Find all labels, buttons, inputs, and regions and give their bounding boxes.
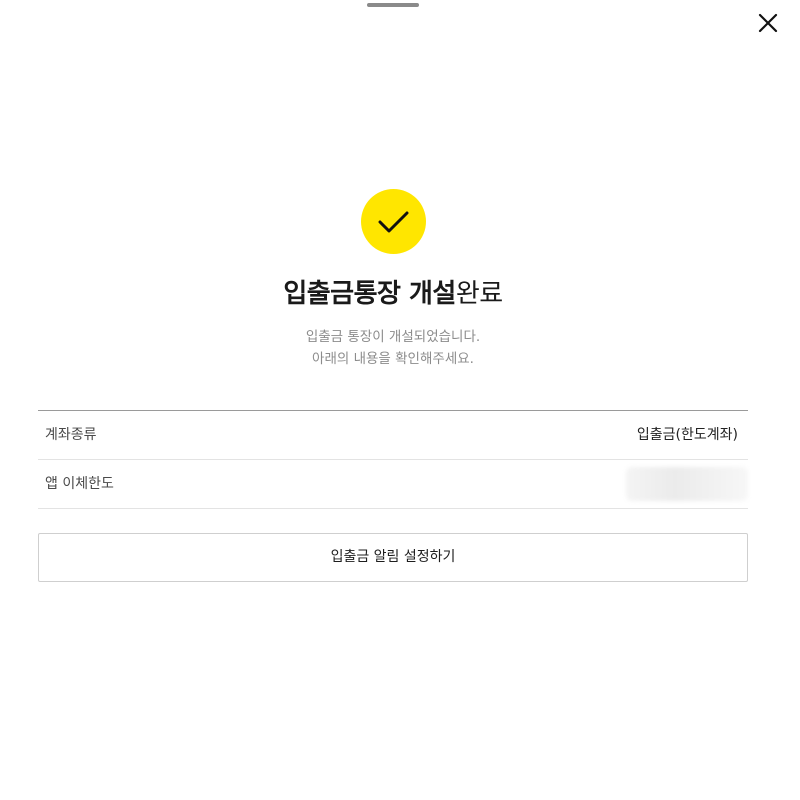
title-bold-part: 입출금통장 개설 <box>283 279 456 309</box>
check-icon <box>378 211 409 233</box>
detail-label: 앱 이체한도 <box>45 476 114 492</box>
title-light-part: 완료 <box>455 279 503 309</box>
detail-row-account-type: 계좌종류 입출금(한도계좌) <box>38 411 748 460</box>
result-message: 입출금 통장이 개설되었습니다. 아래의 내용을 확인해주세요. <box>0 326 786 370</box>
detail-value: 입출금(한도계좌) <box>636 427 738 443</box>
account-open-complete-sheet: 입출금통장 개설완료 입출금 통장이 개설되었습니다. 아래의 내용을 확인해주… <box>0 0 800 800</box>
drag-handle[interactable] <box>367 3 419 7</box>
blurred-value-placeholder <box>626 467 748 501</box>
success-check-badge <box>361 189 426 254</box>
result-message-line-1: 입출금 통장이 개설되었습니다. <box>305 329 481 345</box>
page-title: 입출금통장 개설완료 <box>0 274 786 314</box>
detail-label: 계좌종류 <box>45 427 97 443</box>
close-button[interactable] <box>754 9 782 37</box>
account-details-table: 계좌종류 입출금(한도계좌) 앱 이체한도 <box>38 410 748 509</box>
close-icon <box>758 13 778 33</box>
result-message-line-2: 아래의 내용을 확인해주세요. <box>312 351 474 367</box>
detail-row-transfer-limit: 앱 이체한도 <box>38 460 748 509</box>
set-deposit-alert-button[interactable]: 입출금 알림 설정하기 <box>38 533 748 582</box>
